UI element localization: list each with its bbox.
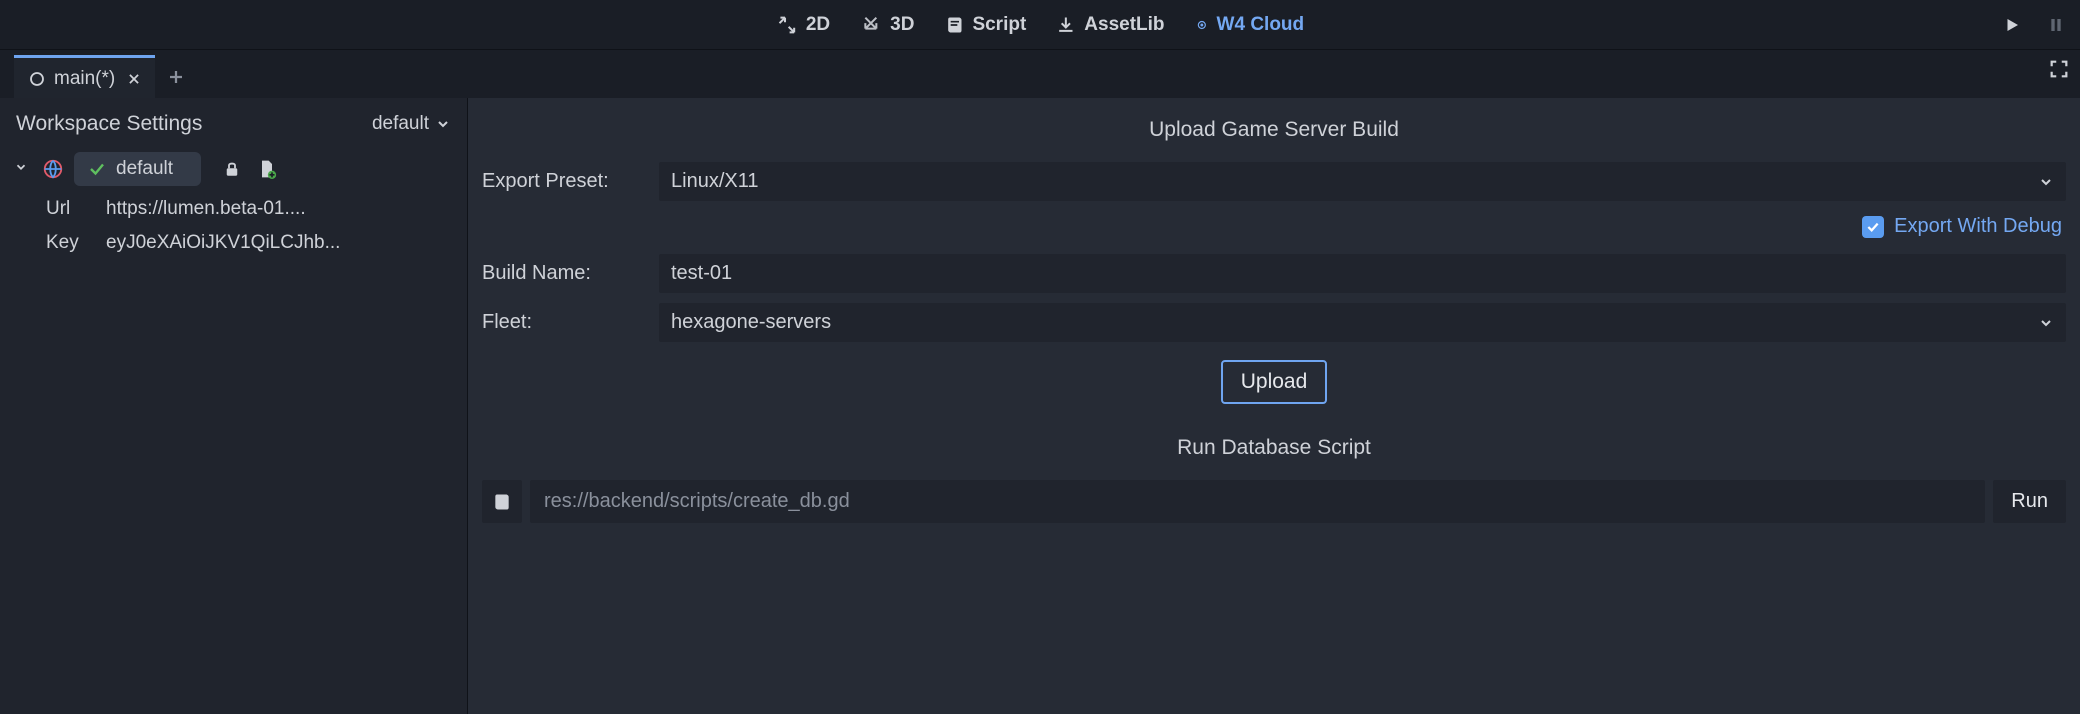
lock-icon[interactable] xyxy=(223,159,241,179)
mode-script-button[interactable]: Script xyxy=(938,10,1032,40)
workspace-mode-switcher: 2D 3D Script AssetLib W4 Cloud xyxy=(770,10,1310,40)
globe-icon xyxy=(42,158,64,180)
tab-main-label: main(*) xyxy=(54,68,115,90)
mode-3d-button[interactable]: 3D xyxy=(854,10,920,40)
build-name-row: Build Name: test-01 xyxy=(482,254,2066,293)
build-name-value: test-01 xyxy=(671,262,732,285)
fleet-value: hexagone-servers xyxy=(671,311,831,334)
script-icon xyxy=(944,15,964,35)
export-preset-value: Linux/X11 xyxy=(671,170,758,193)
expand-fullscreen-button[interactable] xyxy=(2048,58,2070,86)
tab-main[interactable]: main(*) xyxy=(14,55,155,98)
check-icon xyxy=(88,160,106,178)
fleet-label: Fleet: xyxy=(482,311,647,334)
tree-collapse-button[interactable] xyxy=(14,158,32,180)
mode-2d-label: 2D xyxy=(806,14,830,36)
main-area: Workspace Settings default default xyxy=(0,98,2080,714)
fleet-row: Fleet: hexagone-servers xyxy=(482,303,2066,342)
workspace-header: Workspace Settings default xyxy=(10,106,457,146)
tree-key-value: eyJ0eXAiOiJKV1QiLCJhb... xyxy=(106,232,340,254)
cloud-bullet-icon xyxy=(1195,18,1209,32)
upload-button[interactable]: Upload xyxy=(1221,360,1328,404)
export-debug-label: Export With Debug xyxy=(1894,215,2062,238)
workspace-default-chip[interactable]: default xyxy=(74,152,201,186)
chevron-down-icon xyxy=(2038,315,2054,331)
dbscript-section-title: Run Database Script xyxy=(482,430,2066,470)
script-icon xyxy=(492,492,512,512)
tree-url-label: Url xyxy=(46,198,86,220)
switch-2d-icon xyxy=(776,14,798,36)
pause-button[interactable] xyxy=(2040,9,2072,41)
scene-tab-bar: main(*) xyxy=(0,50,2080,98)
mode-assetlib-button[interactable]: AssetLib xyxy=(1050,10,1170,40)
download-icon xyxy=(1056,15,1076,35)
workspace-dropdown[interactable]: default xyxy=(372,113,451,135)
chevron-down-icon xyxy=(2038,174,2054,190)
tree-url-value: https://lumen.beta-01.... xyxy=(106,198,306,220)
mode-script-label: Script xyxy=(972,14,1026,36)
add-document-icon[interactable] xyxy=(257,158,277,180)
add-tab-button[interactable] xyxy=(155,56,197,98)
workspace-sidebar: Workspace Settings default default xyxy=(0,98,468,714)
export-debug-checkbox[interactable] xyxy=(1862,216,1884,238)
chevron-down-icon xyxy=(435,116,451,132)
tree-key-label: Key xyxy=(46,232,86,254)
build-name-label: Build Name: xyxy=(482,262,647,285)
upload-section-title: Upload Game Server Build xyxy=(482,112,2066,152)
switch-3d-icon xyxy=(860,14,882,36)
scene-circle-icon xyxy=(28,70,46,88)
top-right-controls xyxy=(1996,9,2072,41)
mode-w4cloud-label: W4 Cloud xyxy=(1217,14,1305,36)
top-toolbar: 2D 3D Script AssetLib W4 Cloud xyxy=(0,0,2080,50)
workspace-dropdown-label: default xyxy=(372,113,429,135)
tree-url-row[interactable]: Url https://lumen.beta-01.... xyxy=(10,192,457,226)
mode-assetlib-label: AssetLib xyxy=(1084,14,1164,36)
tree-key-row[interactable]: Key eyJ0eXAiOiJKV1QiLCJhb... xyxy=(10,226,457,260)
tree-root-row: default xyxy=(10,146,457,192)
script-file-picker-button[interactable] xyxy=(482,480,522,523)
mode-2d-button[interactable]: 2D xyxy=(770,10,836,40)
export-preset-row: Export Preset: Linux/X11 xyxy=(482,162,2066,201)
play-button[interactable] xyxy=(1996,9,2028,41)
workspace-title: Workspace Settings xyxy=(16,112,202,136)
export-debug-row: Export With Debug xyxy=(482,211,2066,244)
workspace-default-label: default xyxy=(116,158,173,180)
script-row: Run xyxy=(482,480,2066,523)
fleet-dropdown[interactable]: hexagone-servers xyxy=(659,303,2066,342)
upload-button-row: Upload xyxy=(482,352,2066,420)
mode-w4cloud-button[interactable]: W4 Cloud xyxy=(1189,10,1311,40)
mode-3d-label: 3D xyxy=(890,14,914,36)
script-path-input[interactable] xyxy=(530,480,1985,523)
export-preset-label: Export Preset: xyxy=(482,170,647,193)
run-button[interactable]: Run xyxy=(1993,480,2066,523)
close-icon[interactable] xyxy=(127,72,141,86)
export-preset-dropdown[interactable]: Linux/X11 xyxy=(659,162,2066,201)
content-panel: Upload Game Server Build Export Preset: … xyxy=(468,98,2080,714)
build-name-input[interactable]: test-01 xyxy=(659,254,2066,293)
